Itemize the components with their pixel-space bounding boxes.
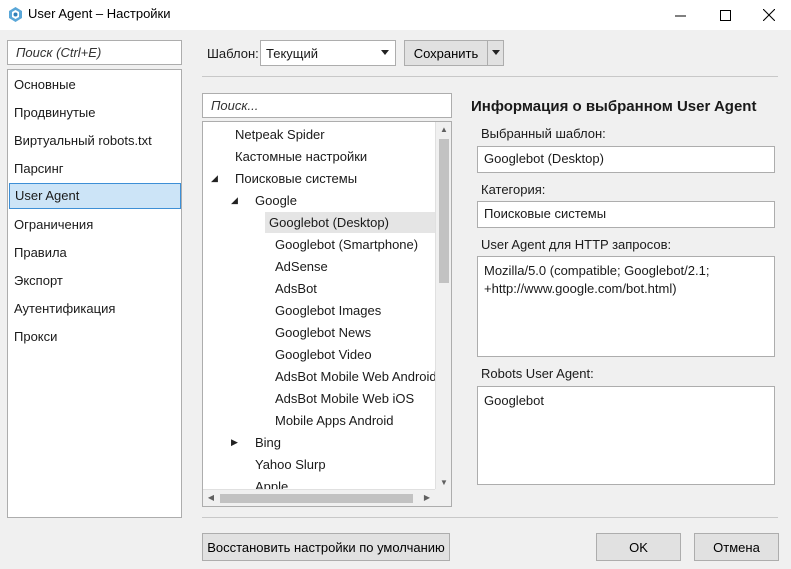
maximize-icon [719, 9, 731, 21]
window-title: User Agent – Настройки [28, 6, 171, 21]
http-user-agent-label: User Agent для HTTP запросов: [481, 237, 672, 252]
tree-vertical-scrollbar[interactable]: ▲ ▼ [435, 122, 451, 490]
tree-item-custom-settings[interactable]: Кастомные настройки [231, 146, 371, 167]
footer-divider [202, 517, 778, 518]
scroll-left-icon[interactable]: ◀ [203, 493, 219, 502]
scroll-right-icon[interactable]: ▶ [419, 493, 435, 502]
sidebar-item-export[interactable]: Экспорт [9, 268, 181, 294]
user-agent-tree: Netpeak Spider Кастомные настройки ◢ Пои… [202, 121, 452, 507]
tree-item-googlebot-smartphone[interactable]: Googlebot (Smartphone) [271, 234, 422, 255]
scroll-up-icon[interactable]: ▲ [436, 125, 451, 134]
chevron-down-icon [381, 50, 389, 55]
sidebar-search-placeholder: Поиск (Ctrl+E) [16, 45, 102, 60]
tree-collapsed-icon[interactable]: ▶ [231, 432, 238, 453]
restore-defaults-button[interactable]: Восстановить настройки по умолчанию [202, 533, 450, 561]
tree-item-google[interactable]: Google [251, 190, 301, 211]
sidebar-item-parsing[interactable]: Парсинг [9, 156, 181, 182]
tree-item-adsbot-mobile-ios[interactable]: AdsBot Mobile Web iOS [271, 388, 418, 409]
vertical-scroll-thumb[interactable] [439, 139, 449, 283]
sidebar-search-input[interactable]: Поиск (Ctrl+E) [7, 40, 182, 65]
tree-item-netpeak-spider[interactable]: Netpeak Spider [231, 124, 329, 145]
template-select-value: Текущий [266, 46, 318, 61]
close-button[interactable] [747, 0, 791, 30]
minimize-button[interactable] [658, 0, 702, 30]
tree-item-search-engines[interactable]: Поисковые системы [231, 168, 361, 189]
ok-button[interactable]: OK [596, 533, 681, 561]
sidebar-item-virtual-robots[interactable]: Виртуальный robots.txt [9, 128, 181, 154]
info-heading: Информация о выбранном User Agent [471, 98, 757, 115]
sidebar-item-rules[interactable]: Правила [9, 240, 181, 266]
tree-horizontal-scrollbar[interactable]: ◀ ▶ [203, 489, 435, 506]
sidebar-item-authentication[interactable]: Аутентификация [9, 296, 181, 322]
app-logo-icon [9, 7, 22, 22]
selected-template-label: Выбранный шаблон: [481, 126, 606, 141]
template-select[interactable]: Текущий [260, 40, 396, 66]
template-label: Шаблон: [207, 46, 259, 61]
tree-item-adsbot-mobile-android[interactable]: AdsBot Mobile Web Android [271, 366, 441, 387]
tree-search-input[interactable]: Поиск... [202, 93, 452, 118]
sidebar-item-user-agent[interactable]: User Agent [9, 183, 181, 209]
minimize-icon [674, 15, 686, 16]
tree-item-yahoo-slurp[interactable]: Yahoo Slurp [251, 454, 330, 475]
category-label: Категория: [481, 182, 546, 197]
settings-nav: Основные Продвинутые Виртуальный robots.… [7, 69, 182, 518]
sidebar-item-restrictions[interactable]: Ограничения [9, 212, 181, 238]
sidebar-item-proxy[interactable]: Прокси [9, 324, 181, 350]
tree-item-mobile-apps-android[interactable]: Mobile Apps Android [271, 410, 398, 431]
http-user-agent-field[interactable]: Mozilla/5.0 (compatible; Googlebot/2.1; … [477, 256, 775, 357]
selected-template-field[interactable]: Googlebot (Desktop) [477, 146, 775, 173]
tree-expanded-icon[interactable]: ◢ [231, 190, 238, 211]
robots-user-agent-field[interactable]: Googlebot [477, 386, 775, 485]
tree-item-adsense[interactable]: AdSense [271, 256, 332, 277]
close-icon [763, 9, 775, 21]
scroll-down-icon[interactable]: ▼ [436, 478, 451, 487]
horizontal-scroll-thumb[interactable] [220, 494, 413, 503]
robots-user-agent-label: Robots User Agent: [481, 366, 594, 381]
tree-item-googlebot-images[interactable]: Googlebot Images [271, 300, 385, 321]
save-template-button[interactable]: Сохранить [404, 40, 488, 66]
tree-item-bing[interactable]: Bing [251, 432, 285, 453]
maximize-button[interactable] [703, 0, 747, 30]
sidebar-item-basic[interactable]: Основные [9, 72, 181, 98]
tree-item-googlebot-desktop[interactable]: Googlebot (Desktop) [265, 212, 435, 233]
tree-item-googlebot-news[interactable]: Googlebot News [271, 322, 375, 343]
tree-search-placeholder: Поиск... [211, 98, 259, 113]
cancel-button[interactable]: Отмена [694, 533, 779, 561]
chevron-down-icon [491, 50, 500, 55]
tree-item-adsbot[interactable]: AdsBot [271, 278, 321, 299]
save-options-dropdown-button[interactable] [487, 40, 504, 66]
category-field[interactable]: Поисковые системы [477, 201, 775, 228]
tree-expanded-icon[interactable]: ◢ [211, 168, 218, 189]
scroll-corner [435, 489, 451, 506]
tree-item-googlebot-video[interactable]: Googlebot Video [271, 344, 376, 365]
toolbar-divider [202, 76, 778, 77]
sidebar-item-advanced[interactable]: Продвинутые [9, 100, 181, 126]
